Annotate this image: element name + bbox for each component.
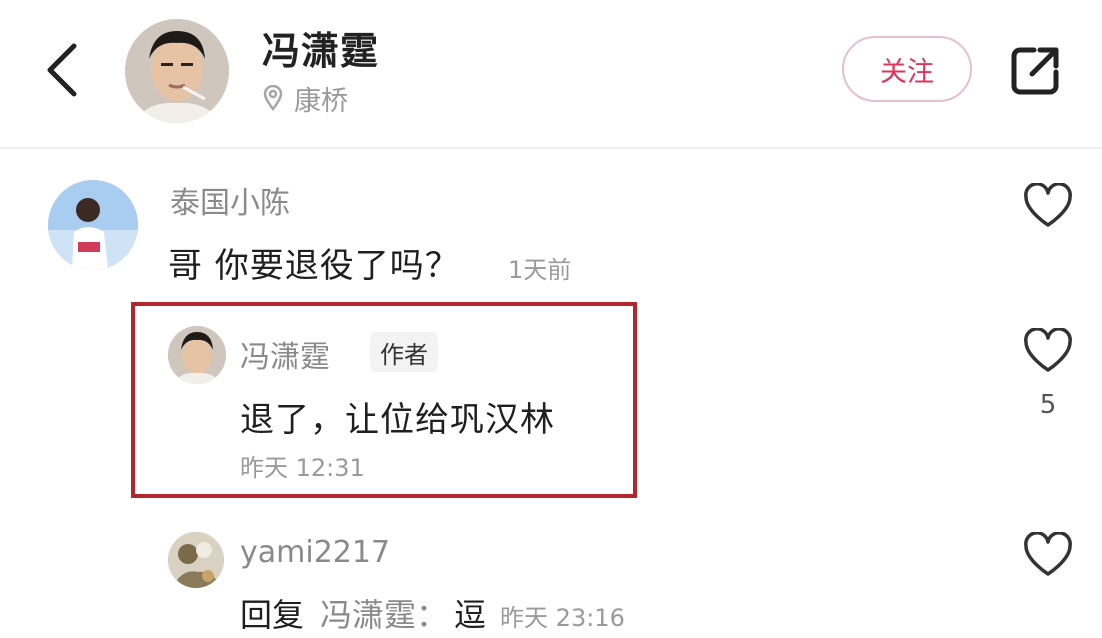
author-reply-avatar[interactable] (168, 326, 226, 384)
reply-line: 回复 冯潇霆： 逗 昨天 23:16 (240, 590, 625, 636)
share-icon[interactable] (1008, 42, 1064, 98)
location-text: 康桥 (294, 85, 348, 117)
comment-username[interactable]: 泰国小陈 (170, 178, 290, 222)
reply-prefix: 回复 (240, 596, 305, 634)
comment-timestamp: 1天前 (508, 256, 572, 284)
follow-button[interactable]: 关注 (842, 36, 972, 102)
author-badge: 作者 (370, 332, 438, 372)
back-chevron-icon[interactable] (40, 38, 84, 102)
like-count: 5 (1039, 390, 1057, 420)
like-heart-icon[interactable] (1023, 531, 1073, 578)
like-heart-icon[interactable] (1023, 327, 1073, 374)
profile-name: 冯潇霆 (262, 29, 380, 73)
reply-target-name[interactable]: 冯潇霆： (320, 590, 448, 636)
author-avatar[interactable] (125, 19, 229, 123)
reply-timestamp: 昨天 23:16 (500, 604, 625, 632)
location-row: 康桥 (262, 80, 348, 117)
commenter-avatar[interactable] (48, 180, 138, 270)
reply-text: 退了，让位给巩汉林 (240, 400, 555, 440)
reply-text: 逗 (454, 596, 487, 634)
like-heart-icon[interactable] (1023, 182, 1073, 229)
reply-timestamp: 昨天 12:31 (240, 454, 365, 482)
comment-text: 哥 你要退役了吗？ (168, 246, 460, 286)
header-divider (0, 147, 1102, 149)
reply-username[interactable]: yami2217 (240, 535, 390, 570)
map-pin-icon (262, 84, 284, 112)
replier-avatar[interactable] (168, 532, 224, 588)
reply-username[interactable]: 冯潇霆 (240, 332, 330, 376)
